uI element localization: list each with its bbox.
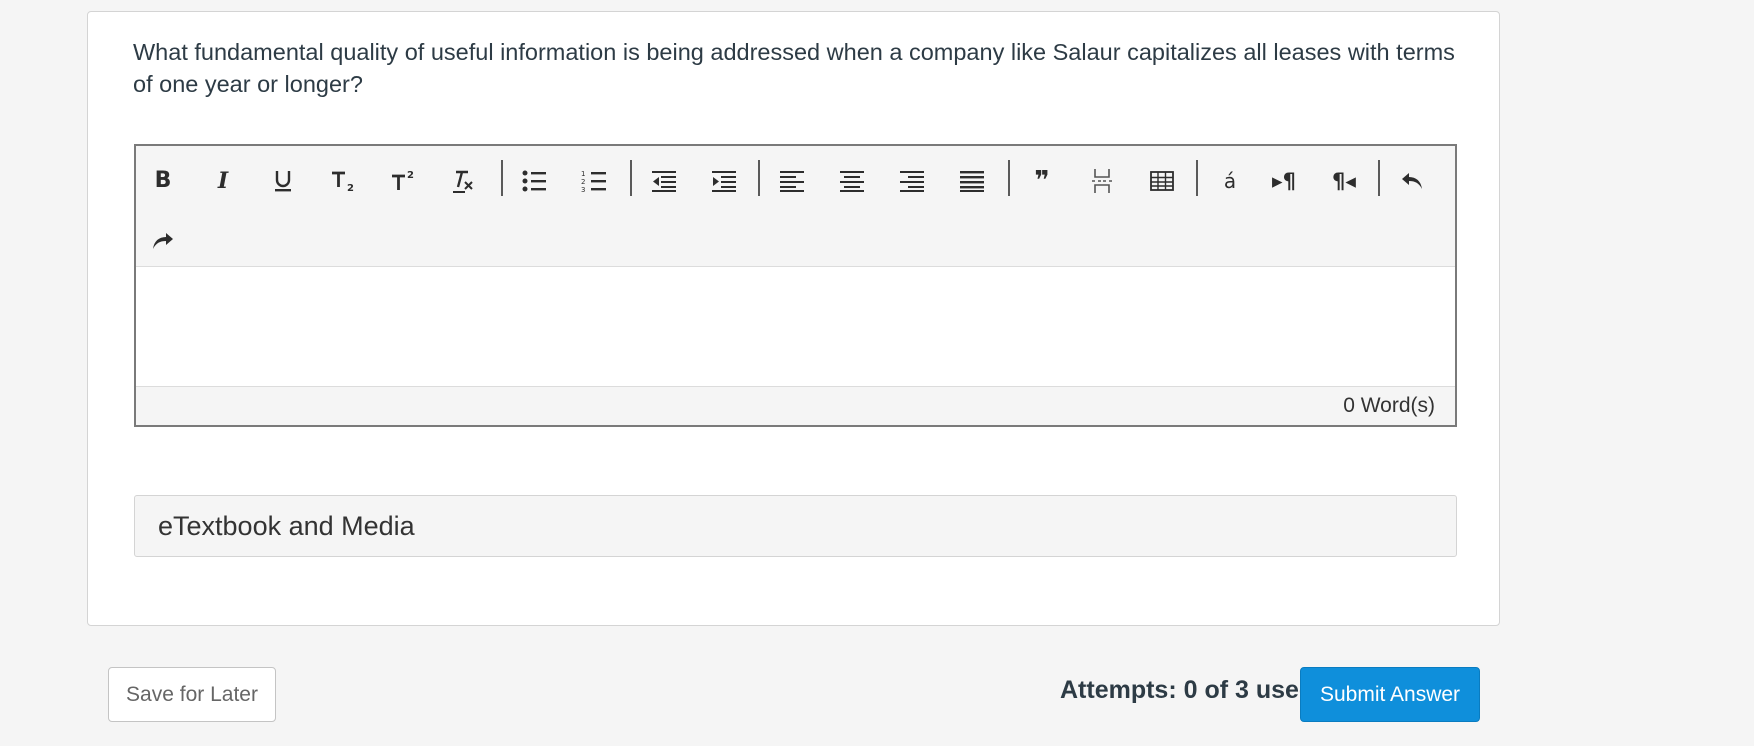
editor-statusbar: 0 Word(s) <box>136 386 1455 425</box>
toolbar-separator <box>1196 160 1198 196</box>
toolbar-separator <box>630 160 632 196</box>
table-icon[interactable] <box>1140 159 1184 203</box>
question-card: What fundamental quality of useful infor… <box>87 11 1500 626</box>
align-left-icon[interactable] <box>770 159 814 203</box>
etextbook-media-panel[interactable]: eTextbook and Media <box>134 495 1457 557</box>
subscript-icon[interactable]: 2 <box>321 159 365 203</box>
underline-icon[interactable] <box>261 159 305 203</box>
toolbar-separator <box>1008 160 1010 196</box>
bulleted-list-icon[interactable] <box>512 159 556 203</box>
increase-indent-icon[interactable] <box>702 159 746 203</box>
clear-formatting-icon[interactable] <box>441 159 485 203</box>
word-count: 0 Word(s) <box>1343 394 1435 417</box>
toolbar-separator <box>758 160 760 196</box>
page-break-icon[interactable] <box>1080 159 1124 203</box>
align-center-icon[interactable] <box>830 159 874 203</box>
bold-icon[interactable]: B <box>141 159 185 203</box>
attempts-counter: Attempts: 0 of 3 used <box>1060 676 1315 704</box>
numbered-list-icon[interactable]: 123 <box>572 159 616 203</box>
undo-icon[interactable] <box>1390 159 1434 203</box>
decrease-indent-icon[interactable] <box>642 159 686 203</box>
rtl-icon[interactable]: ¶◂ <box>1322 159 1366 203</box>
italic-icon[interactable]: I <box>201 159 245 203</box>
toolbar-separator <box>501 160 503 196</box>
svg-text:2: 2 <box>407 170 414 181</box>
submit-answer-button[interactable]: Submit Answer <box>1300 667 1480 722</box>
justify-icon[interactable] <box>950 159 994 203</box>
question-text: What fundamental quality of useful infor… <box>133 39 1455 97</box>
blockquote-icon[interactable]: ❞ <box>1020 159 1064 203</box>
svg-text:2: 2 <box>581 178 585 186</box>
special-character-icon[interactable]: á <box>1208 159 1252 203</box>
rich-text-editor: B I 2 2 123 ❞ á ▸¶ ¶◂ 0 Word(s) <box>134 144 1457 427</box>
editor-toolbar: B I 2 2 123 ❞ á ▸¶ ¶◂ <box>136 146 1455 267</box>
align-right-icon[interactable] <box>890 159 934 203</box>
redo-icon[interactable] <box>141 219 185 263</box>
answer-text-area[interactable] <box>136 267 1455 387</box>
toolbar-separator <box>1378 160 1380 196</box>
svg-text:3: 3 <box>581 186 585 193</box>
svg-text:1: 1 <box>581 170 585 178</box>
superscript-icon[interactable]: 2 <box>381 159 425 203</box>
ltr-icon[interactable]: ▸¶ <box>1262 159 1306 203</box>
svg-text:2: 2 <box>347 183 354 193</box>
save-for-later-button[interactable]: Save for Later <box>108 667 276 722</box>
